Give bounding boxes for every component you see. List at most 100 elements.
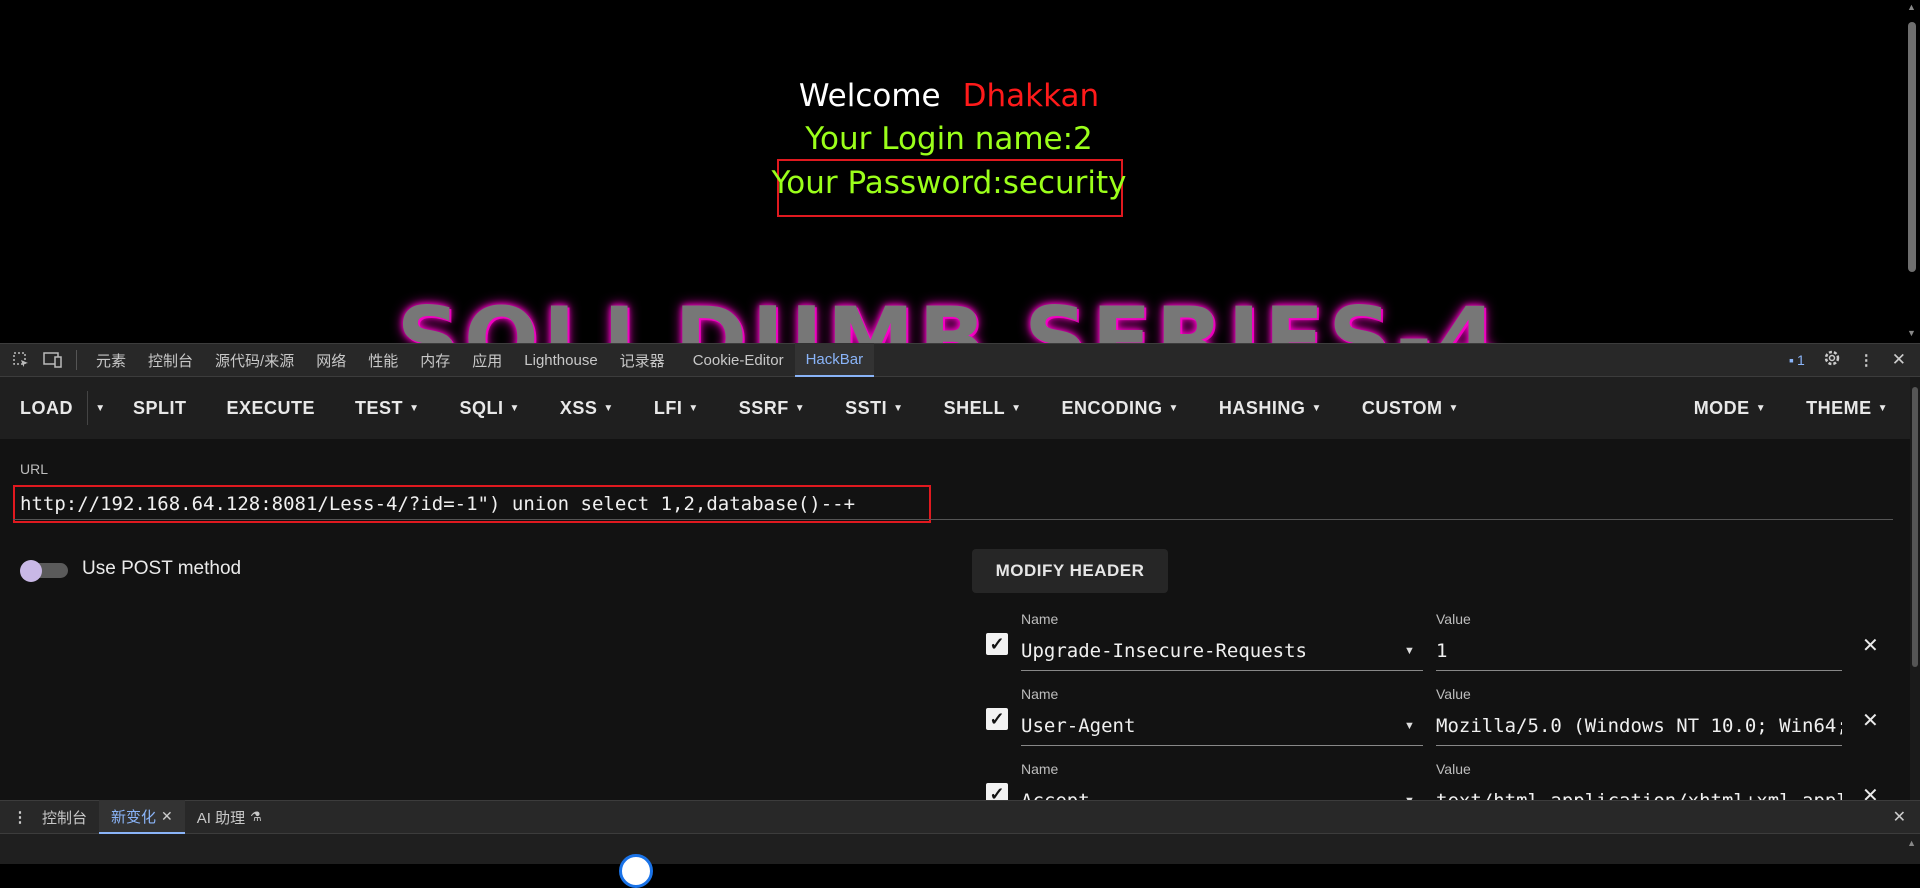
password-text: Your Password:security: [771, 165, 1127, 201]
encoding-menu[interactable]: ENCODING ▼: [1042, 377, 1199, 439]
scroll-up-arrow-icon[interactable]: ▲: [1907, 2, 1916, 12]
welcome-line: Welcome Dhakkan: [0, 78, 1898, 114]
caret-down-icon: ▼: [1877, 402, 1888, 414]
tab-memory[interactable]: 内存: [409, 343, 461, 377]
tab-network[interactable]: 网络: [305, 343, 357, 377]
drawer-tabbar: ⋮ 控制台 新变化 ✕ AI 助理 ⚗ ✕: [0, 800, 1920, 834]
device-toolbar-icon[interactable]: [42, 349, 64, 371]
caret-down-icon: ▼: [1011, 402, 1022, 414]
scroll-down-arrow-icon[interactable]: ▼: [1907, 328, 1916, 338]
tab-cookie-editor[interactable]: Cookie-Editor: [682, 343, 795, 377]
devtools-tabbar: 元素 控制台 源代码/来源 网络 性能 内存 应用 Lighthouse 记录器…: [0, 343, 1920, 377]
test-menu[interactable]: TEST ▼: [335, 377, 439, 439]
encoding-label: ENCODING: [1061, 397, 1163, 418]
loading-spinner-icon: [619, 854, 653, 888]
lfi-label: LFI: [653, 397, 683, 418]
series-banner: SQLI DUMB SERIES-4: [396, 288, 1502, 343]
header-enabled-checkbox[interactable]: ✓: [986, 633, 1008, 655]
header-value-label: Value: [1436, 686, 1471, 702]
drawer-menu-icon[interactable]: ⋮: [10, 808, 30, 826]
theme-menu[interactable]: THEME ▼: [1786, 377, 1910, 439]
tab-performance[interactable]: 性能: [357, 343, 409, 377]
load-dropdown-caret-icon[interactable]: ▼: [87, 391, 113, 425]
caret-down-icon: ▼: [509, 402, 520, 414]
modify-header-button[interactable]: MODIFY HEADER: [972, 549, 1168, 593]
tab-hackbar[interactable]: HackBar: [794, 343, 875, 377]
hackbar-panel: URL http://192.168.64.128:8081/Less-4/?i…: [0, 439, 1910, 800]
execute-button[interactable]: EXECUTE: [207, 377, 336, 439]
drawer-tab-label: AI 助理: [196, 809, 246, 827]
header-name-label: Name: [1021, 761, 1059, 777]
theme-label: THEME: [1806, 397, 1872, 418]
devtools-right-controls: ▪ 1 ⋮ ✕: [1789, 349, 1906, 371]
ssrf-menu[interactable]: SSRF ▼: [719, 377, 825, 439]
tab-console[interactable]: 控制台: [137, 343, 204, 377]
ssti-label: SSTI: [845, 397, 888, 418]
toggle-knob: [20, 560, 42, 582]
header-name-dropdown-icon[interactable]: ▼: [1404, 645, 1415, 657]
load-button[interactable]: LOAD: [0, 377, 87, 439]
url-underline: [13, 519, 1893, 520]
hackbar-scrollbar[interactable]: [1910, 377, 1920, 800]
caret-down-icon: ▼: [794, 402, 806, 414]
header-name-input[interactable]: User-Agent: [1021, 706, 1423, 746]
post-method-toggle[interactable]: [20, 560, 68, 582]
caret-down-icon: ▼: [1168, 402, 1179, 414]
remove-header-icon[interactable]: ✕: [1862, 633, 1879, 658]
hackbar-scroll-thumb[interactable]: [1912, 387, 1918, 667]
sqli-label: SQLI: [459, 397, 504, 418]
custom-label: CUSTOM: [1361, 397, 1443, 418]
ssti-menu[interactable]: SSTI ▼: [825, 377, 923, 439]
page-scroll-thumb[interactable]: [1908, 22, 1916, 272]
drawer-tab-console[interactable]: 控制台: [30, 800, 99, 834]
close-drawer-icon[interactable]: ✕: [1893, 807, 1906, 827]
header-value-input[interactable]: 1: [1436, 631, 1842, 671]
scroll-up-arrow-icon[interactable]: ▲: [1907, 838, 1916, 848]
issues-badge[interactable]: ▪ 1: [1789, 352, 1805, 368]
caret-down-icon: ▼: [603, 402, 614, 414]
header-value-input[interactable]: text/html,application/xhtml+xml,applicat…: [1436, 781, 1842, 800]
page-scrollbar[interactable]: ▲ ▼: [1904, 0, 1920, 343]
tab-lighthouse[interactable]: Lighthouse: [513, 343, 608, 377]
tab-recorder[interactable]: 记录器: [609, 343, 676, 377]
custom-menu[interactable]: CUSTOM ▼: [1342, 377, 1479, 439]
header-value-input[interactable]: Mozilla/5.0 (Windows NT 10.0; Win64; x64…: [1436, 706, 1842, 746]
login-name-text: Your Login name:2: [805, 121, 1093, 157]
drawer-tab-whats-new[interactable]: 新变化 ✕: [99, 800, 185, 834]
lfi-menu[interactable]: LFI ▼: [634, 377, 719, 439]
message-icon: ▪: [1788, 352, 1794, 368]
header-row: ✓ Name User-Agent ▼ Value Mozilla/5.0 (W…: [984, 686, 1884, 748]
header-enabled-checkbox[interactable]: ✓: [986, 708, 1008, 730]
tab-elements[interactable]: 元素: [85, 343, 137, 377]
more-options-icon[interactable]: ⋮: [1859, 351, 1874, 369]
header-name-input[interactable]: Upgrade-Insecure-Requests: [1021, 631, 1423, 671]
shell-menu[interactable]: SHELL ▼: [924, 377, 1042, 439]
mode-menu[interactable]: MODE ▼: [1674, 377, 1786, 439]
url-input[interactable]: http://192.168.64.128:8081/Less-4/?id=-1…: [13, 485, 931, 523]
xss-menu[interactable]: XSS ▼: [540, 377, 634, 439]
hashing-label: HASHING: [1218, 397, 1306, 418]
drawer-tab-ai-assistance[interactable]: AI 助理 ⚗: [185, 800, 274, 834]
post-method-label: Use POST method: [82, 558, 242, 579]
header-name-input[interactable]: Accept: [1021, 781, 1423, 800]
header-value-label: Value: [1436, 761, 1471, 777]
header-row: ✓ Name Accept ▼ Value text/html,applicat…: [984, 761, 1884, 800]
header-enabled-checkbox[interactable]: ✓: [986, 783, 1008, 800]
hackbar-toolbar: LOAD ▼ SPLIT EXECUTE TEST ▼ SQLI ▼ XSS ▼ LF…: [0, 377, 1910, 439]
issues-count: 1: [1796, 352, 1805, 368]
split-button[interactable]: SPLIT: [113, 377, 207, 439]
header-name-dropdown-icon[interactable]: ▼: [1404, 720, 1415, 732]
user-name: Dhakkan: [962, 78, 1100, 114]
sqli-menu[interactable]: SQLI ▼: [439, 377, 539, 439]
tab-sources[interactable]: 源代码/来源: [204, 343, 305, 377]
inspect-element-icon[interactable]: [10, 349, 32, 371]
close-devtools-icon[interactable]: ✕: [1892, 350, 1906, 370]
remove-header-icon[interactable]: ✕: [1862, 708, 1879, 733]
caret-down-icon: ▼: [409, 402, 420, 414]
close-tab-icon[interactable]: ✕: [161, 808, 173, 825]
header-value-label: Value: [1436, 611, 1471, 627]
tab-application[interactable]: 应用: [461, 343, 513, 377]
settings-gear-icon[interactable]: [1823, 349, 1841, 371]
hashing-menu[interactable]: HASHING ▼: [1199, 377, 1342, 439]
remove-header-icon[interactable]: ✕: [1862, 783, 1879, 800]
